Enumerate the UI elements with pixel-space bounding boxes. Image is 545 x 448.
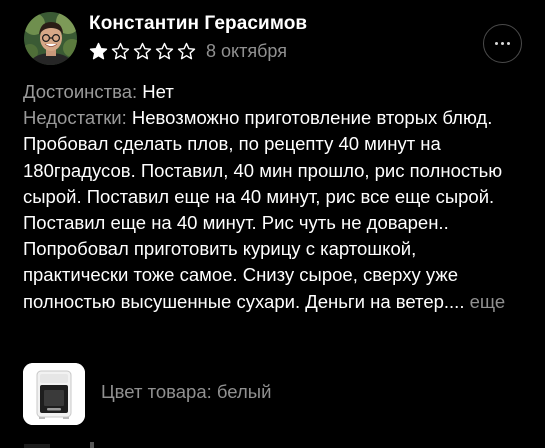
star-outline-icon	[177, 42, 196, 59]
review-date: 8 октября	[206, 40, 287, 61]
cons-text: Невозможно приготовление вторых блюд. Пр…	[23, 107, 503, 312]
more-horizontal-icon	[495, 42, 510, 45]
star-outline-icon	[111, 42, 130, 59]
review-text: Достоинства: Нет Недостатки: Невозможно …	[23, 79, 513, 315]
author-name[interactable]: Константин Герасимов	[89, 13, 307, 35]
rating-stars	[89, 42, 199, 61]
cons-label: Недостатки:	[23, 107, 127, 129]
pros-line: Достоинства: Нет	[23, 79, 513, 105]
star-outline-icon	[133, 42, 152, 59]
pros-label: Достоинства:	[23, 81, 138, 102]
star-outline-icon	[155, 42, 174, 59]
air-fryer-product-photo	[23, 363, 85, 425]
rating-row: 8 октября	[89, 40, 287, 62]
cons-line: Недостатки: Невозможно приготовление вто…	[23, 105, 513, 315]
show-more-link[interactable]: еще	[470, 291, 506, 312]
product-thumbnail[interactable]	[23, 363, 85, 425]
star-filled-icon	[89, 42, 108, 59]
avatar-photo	[24, 12, 77, 65]
review-card: Константин Герасимов 8 октября Достоинст…	[0, 0, 545, 448]
avatar[interactable]	[24, 12, 77, 65]
pros-text: Нет	[142, 81, 174, 102]
next-item-peek	[24, 442, 94, 448]
product-color: Цвет товара: белый	[101, 381, 272, 402]
more-options-button[interactable]	[483, 24, 522, 63]
